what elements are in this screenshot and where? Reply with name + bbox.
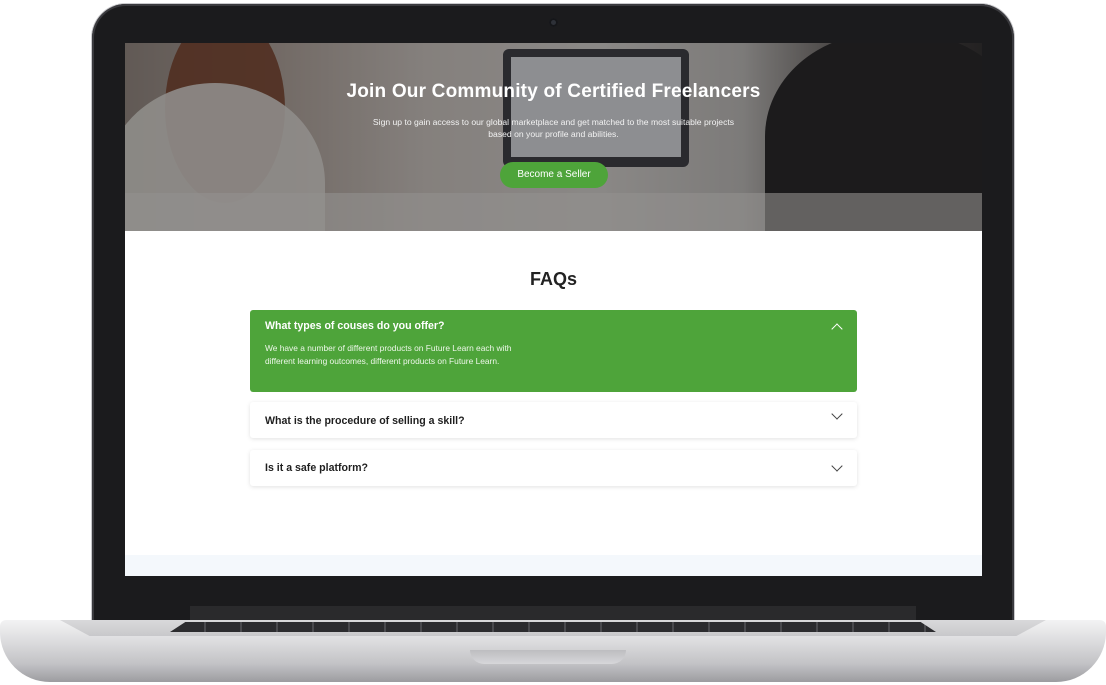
laptop-notch xyxy=(470,650,626,664)
faq-question: What is the procedure of selling a skill… xyxy=(265,415,465,427)
hero-title: Join Our Community of Certified Freelanc… xyxy=(346,81,761,102)
chevron-down-icon[interactable] xyxy=(831,408,843,420)
hero-banner: Join Our Community of Certified Freelanc… xyxy=(125,43,982,231)
faq-title: FAQs xyxy=(529,269,577,289)
faq-question: Is it a safe platform? xyxy=(265,462,369,474)
faq-answer: We have a number of different products o… xyxy=(265,343,512,366)
laptop-hinge xyxy=(190,606,916,620)
chevron-up-icon[interactable] xyxy=(831,323,843,335)
footer-strip xyxy=(125,555,982,576)
faq-item[interactable]: Is it a safe platform? xyxy=(250,450,857,486)
become-seller-button[interactable]: Become a Seller xyxy=(500,162,608,188)
chevron-down-icon[interactable] xyxy=(831,460,843,472)
webcam xyxy=(549,18,558,27)
faq-question: What types of couses do you offer? xyxy=(265,320,445,332)
faq-item[interactable]: What is the procedure of selling a skill… xyxy=(250,402,857,438)
screen: Join Our Community of Certified Freelanc… xyxy=(125,43,982,576)
faq-item[interactable]: What types of couses do you offer? We ha… xyxy=(250,310,857,392)
laptop-keyboard xyxy=(170,622,936,632)
hero-subtitle: Sign up to gain access to our global mar… xyxy=(372,117,735,139)
